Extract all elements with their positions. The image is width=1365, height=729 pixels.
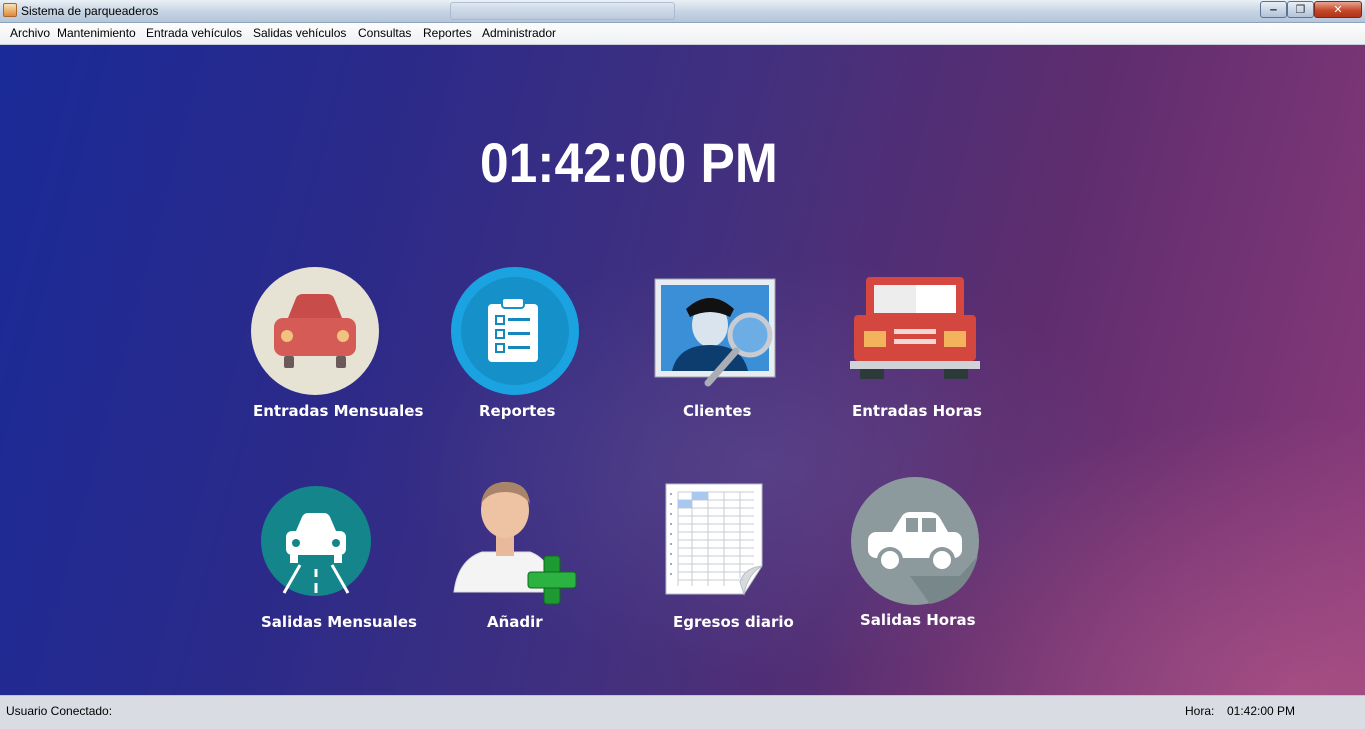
tile-reportes[interactable]: Reportes (450, 266, 580, 426)
java-app-icon (3, 3, 17, 17)
maximize-button[interactable]: ❐ (1287, 1, 1314, 18)
tile-egresos-diario[interactable]: Egresos diario (664, 482, 794, 635)
add-user-icon (453, 482, 577, 605)
menu-mantenimiento[interactable]: Mantenimiento (57, 26, 136, 40)
car-road-icon (261, 486, 371, 596)
connected-user-label: Usuario Conectado: (6, 704, 113, 718)
window-title: Sistema de parqueaderos (21, 4, 159, 18)
menu-entrada-vehiculos[interactable]: Entrada vehículos (146, 26, 242, 40)
main-desktop: 01:42:00 PM Entradas Mensuales Reportes … (0, 45, 1365, 695)
tile-salidas-mensuales[interactable]: Salidas Mensuales (258, 485, 418, 635)
tile-clientes[interactable]: Clientes (650, 273, 790, 426)
tile-anadir[interactable]: Añadir (452, 480, 582, 635)
clock-display: 01:42:00 PM (480, 131, 778, 194)
spreadsheet-icon (665, 483, 763, 596)
tile-entradas-horas[interactable]: Entradas Horas (848, 275, 988, 426)
close-button[interactable]: ✕ (1314, 1, 1362, 18)
tile-label: Entradas Horas (852, 402, 982, 420)
taskbar-ghost (450, 2, 675, 20)
hora-value: 01:42:00 PM (1227, 704, 1296, 718)
clipboard-icon (451, 267, 579, 395)
title-bar: Sistema de parqueaderos ‒ ❐ ✕ (0, 0, 1365, 23)
client-search-icon (654, 278, 776, 387)
red-truck-icon (850, 277, 980, 379)
tile-label: Salidas Horas (860, 611, 976, 629)
tile-entradas-mensuales[interactable]: Entradas Mensuales (250, 266, 424, 426)
minimize-button[interactable]: ‒ (1260, 1, 1287, 18)
tile-label: Entradas Mensuales (253, 402, 424, 420)
white-car-icon (851, 477, 979, 605)
tile-label: Salidas Mensuales (261, 613, 417, 631)
menu-reportes[interactable]: Reportes (423, 26, 472, 40)
menu-administrador[interactable]: Administrador (482, 26, 556, 40)
hora-label: Hora: (1185, 704, 1215, 718)
tile-label: Clientes (683, 402, 752, 420)
tile-salidas-horas[interactable]: Salidas Horas (850, 476, 990, 635)
menu-salidas-vehiculos[interactable]: Salidas vehículos (253, 26, 346, 40)
red-car-icon (251, 267, 379, 395)
tile-label: Reportes (479, 402, 556, 420)
tile-label: Añadir (487, 613, 543, 631)
tile-label: Egresos diario (673, 613, 794, 631)
status-bar: Usuario Conectado: Hora: 01:42:00 PM (0, 695, 1365, 729)
menu-archivo[interactable]: Archivo (10, 26, 50, 40)
menu-bar: Archivo Mantenimiento Entrada vehículos … (0, 23, 1365, 45)
menu-consultas[interactable]: Consultas (358, 26, 411, 40)
